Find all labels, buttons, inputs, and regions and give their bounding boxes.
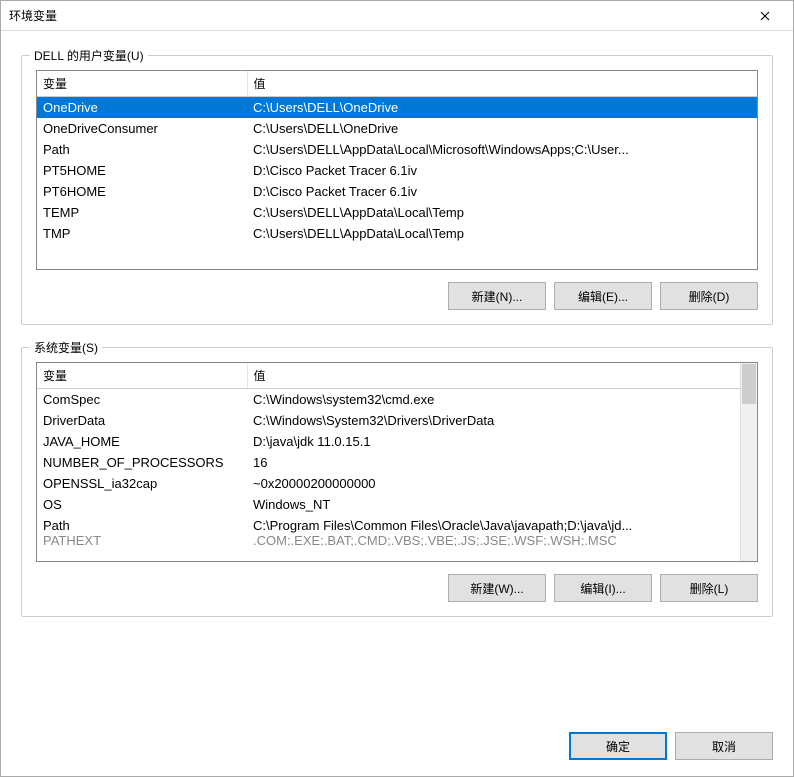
user-buttons-row: 新建(N)... 编辑(E)... 删除(D) bbox=[36, 282, 758, 310]
cell-variable: NUMBER_OF_PROCESSORS bbox=[37, 452, 247, 473]
dialog-content: DELL 的用户变量(U) 变量 值 OneDriveC:\Users\DELL… bbox=[1, 31, 793, 776]
user-variables-table[interactable]: 变量 值 OneDriveC:\Users\DELL\OneDriveOneDr… bbox=[37, 71, 757, 244]
cell-value: C:\Windows\system32\cmd.exe bbox=[247, 389, 740, 411]
table-row[interactable]: PathC:\Program Files\Common Files\Oracle… bbox=[37, 515, 740, 536]
cell-value: ~0x20000200000000 bbox=[247, 473, 740, 494]
cell-value: C:\Users\DELL\OneDrive bbox=[247, 118, 757, 139]
table-header-row: 变量 值 bbox=[37, 363, 740, 389]
user-variables-label: DELL 的用户变量(U) bbox=[30, 47, 148, 64]
cell-variable: TEMP bbox=[37, 202, 247, 223]
cell-variable: PATHEXT bbox=[37, 536, 247, 546]
dialog-buttons-row: 确定 取消 bbox=[21, 716, 773, 760]
table-row[interactable]: OneDriveC:\Users\DELL\OneDrive bbox=[37, 97, 757, 119]
cell-value: C:\Users\DELL\AppData\Local\Microsoft\Wi… bbox=[247, 139, 757, 160]
system-delete-button[interactable]: 删除(L) bbox=[660, 574, 758, 602]
system-variables-table[interactable]: 变量 值 ComSpecC:\Windows\system32\cmd.exeD… bbox=[37, 363, 740, 546]
system-variables-label: 系统变量(S) bbox=[30, 339, 102, 356]
cell-value: 16 bbox=[247, 452, 740, 473]
environment-variables-dialog: 环境变量 DELL 的用户变量(U) 变量 值 OneDriveC:\Users bbox=[0, 0, 794, 777]
table-row[interactable]: OPENSSL_ia32cap~0x20000200000000 bbox=[37, 473, 740, 494]
table-row[interactable]: ComSpecC:\Windows\system32\cmd.exe bbox=[37, 389, 740, 411]
cell-variable: TMP bbox=[37, 223, 247, 244]
column-header-variable[interactable]: 变量 bbox=[37, 363, 247, 389]
cell-value: C:\Users\DELL\OneDrive bbox=[247, 97, 757, 119]
table-row[interactable]: JAVA_HOMED:\java\jdk 11.0.15.1 bbox=[37, 431, 740, 452]
cell-variable: PT6HOME bbox=[37, 181, 247, 202]
system-scrollbar[interactable] bbox=[740, 363, 757, 561]
cell-variable: Path bbox=[37, 139, 247, 160]
cell-value: Windows_NT bbox=[247, 494, 740, 515]
close-button[interactable] bbox=[745, 2, 785, 30]
user-variables-table-wrap: 变量 值 OneDriveC:\Users\DELL\OneDriveOneDr… bbox=[36, 70, 758, 270]
cell-value: C:\Users\DELL\AppData\Local\Temp bbox=[247, 223, 757, 244]
close-icon bbox=[760, 11, 770, 21]
table-row[interactable]: DriverDataC:\Windows\System32\Drivers\Dr… bbox=[37, 410, 740, 431]
ok-button[interactable]: 确定 bbox=[569, 732, 667, 760]
cell-value: C:\Users\DELL\AppData\Local\Temp bbox=[247, 202, 757, 223]
system-buttons-row: 新建(W)... 编辑(I)... 删除(L) bbox=[36, 574, 758, 602]
cell-variable: Path bbox=[37, 515, 247, 536]
table-row[interactable]: PT5HOMED:\Cisco Packet Tracer 6.1iv bbox=[37, 160, 757, 181]
cancel-button[interactable]: 取消 bbox=[675, 732, 773, 760]
table-row[interactable]: PT6HOMED:\Cisco Packet Tracer 6.1iv bbox=[37, 181, 757, 202]
cell-variable: PT5HOME bbox=[37, 160, 247, 181]
window-title: 环境变量 bbox=[9, 7, 57, 24]
cell-value: C:\Windows\System32\Drivers\DriverData bbox=[247, 410, 740, 431]
cell-value: D:\Cisco Packet Tracer 6.1iv bbox=[247, 160, 757, 181]
column-header-value[interactable]: 值 bbox=[247, 71, 757, 97]
table-row[interactable]: OSWindows_NT bbox=[37, 494, 740, 515]
table-row[interactable]: TEMPC:\Users\DELL\AppData\Local\Temp bbox=[37, 202, 757, 223]
user-variables-group: DELL 的用户变量(U) 变量 值 OneDriveC:\Users\DELL… bbox=[21, 55, 773, 325]
user-new-button[interactable]: 新建(N)... bbox=[448, 282, 546, 310]
column-header-variable[interactable]: 变量 bbox=[37, 71, 247, 97]
system-variables-table-wrap: 变量 值 ComSpecC:\Windows\system32\cmd.exeD… bbox=[36, 362, 758, 562]
table-row-cutoff[interactable]: PATHEXT.COM;.EXE;.BAT;.CMD;.VBS;.VBE;.JS… bbox=[37, 536, 740, 546]
table-row[interactable]: PathC:\Users\DELL\AppData\Local\Microsof… bbox=[37, 139, 757, 160]
cell-value: C:\Program Files\Common Files\Oracle\Jav… bbox=[247, 515, 740, 536]
cell-variable: ComSpec bbox=[37, 389, 247, 411]
titlebar: 环境变量 bbox=[1, 1, 793, 31]
system-edit-button[interactable]: 编辑(I)... bbox=[554, 574, 652, 602]
cell-value: D:\Cisco Packet Tracer 6.1iv bbox=[247, 181, 757, 202]
cell-variable: OneDrive bbox=[37, 97, 247, 119]
system-new-button[interactable]: 新建(W)... bbox=[448, 574, 546, 602]
table-row[interactable]: TMPC:\Users\DELL\AppData\Local\Temp bbox=[37, 223, 757, 244]
column-header-value[interactable]: 值 bbox=[247, 363, 740, 389]
table-row[interactable]: NUMBER_OF_PROCESSORS16 bbox=[37, 452, 740, 473]
cell-variable: DriverData bbox=[37, 410, 247, 431]
cell-variable: OneDriveConsumer bbox=[37, 118, 247, 139]
scrollbar-thumb[interactable] bbox=[742, 364, 756, 404]
cell-value: D:\java\jdk 11.0.15.1 bbox=[247, 431, 740, 452]
cell-variable: OS bbox=[37, 494, 247, 515]
user-edit-button[interactable]: 编辑(E)... bbox=[554, 282, 652, 310]
cell-variable: OPENSSL_ia32cap bbox=[37, 473, 247, 494]
cell-variable: JAVA_HOME bbox=[37, 431, 247, 452]
table-row[interactable]: OneDriveConsumerC:\Users\DELL\OneDrive bbox=[37, 118, 757, 139]
table-header-row: 变量 值 bbox=[37, 71, 757, 97]
system-variables-group: 系统变量(S) 变量 值 ComSpecC:\Windows\system32\… bbox=[21, 347, 773, 617]
user-delete-button[interactable]: 删除(D) bbox=[660, 282, 758, 310]
cell-value: .COM;.EXE;.BAT;.CMD;.VBS;.VBE;.JS;.JSE;.… bbox=[247, 536, 740, 546]
